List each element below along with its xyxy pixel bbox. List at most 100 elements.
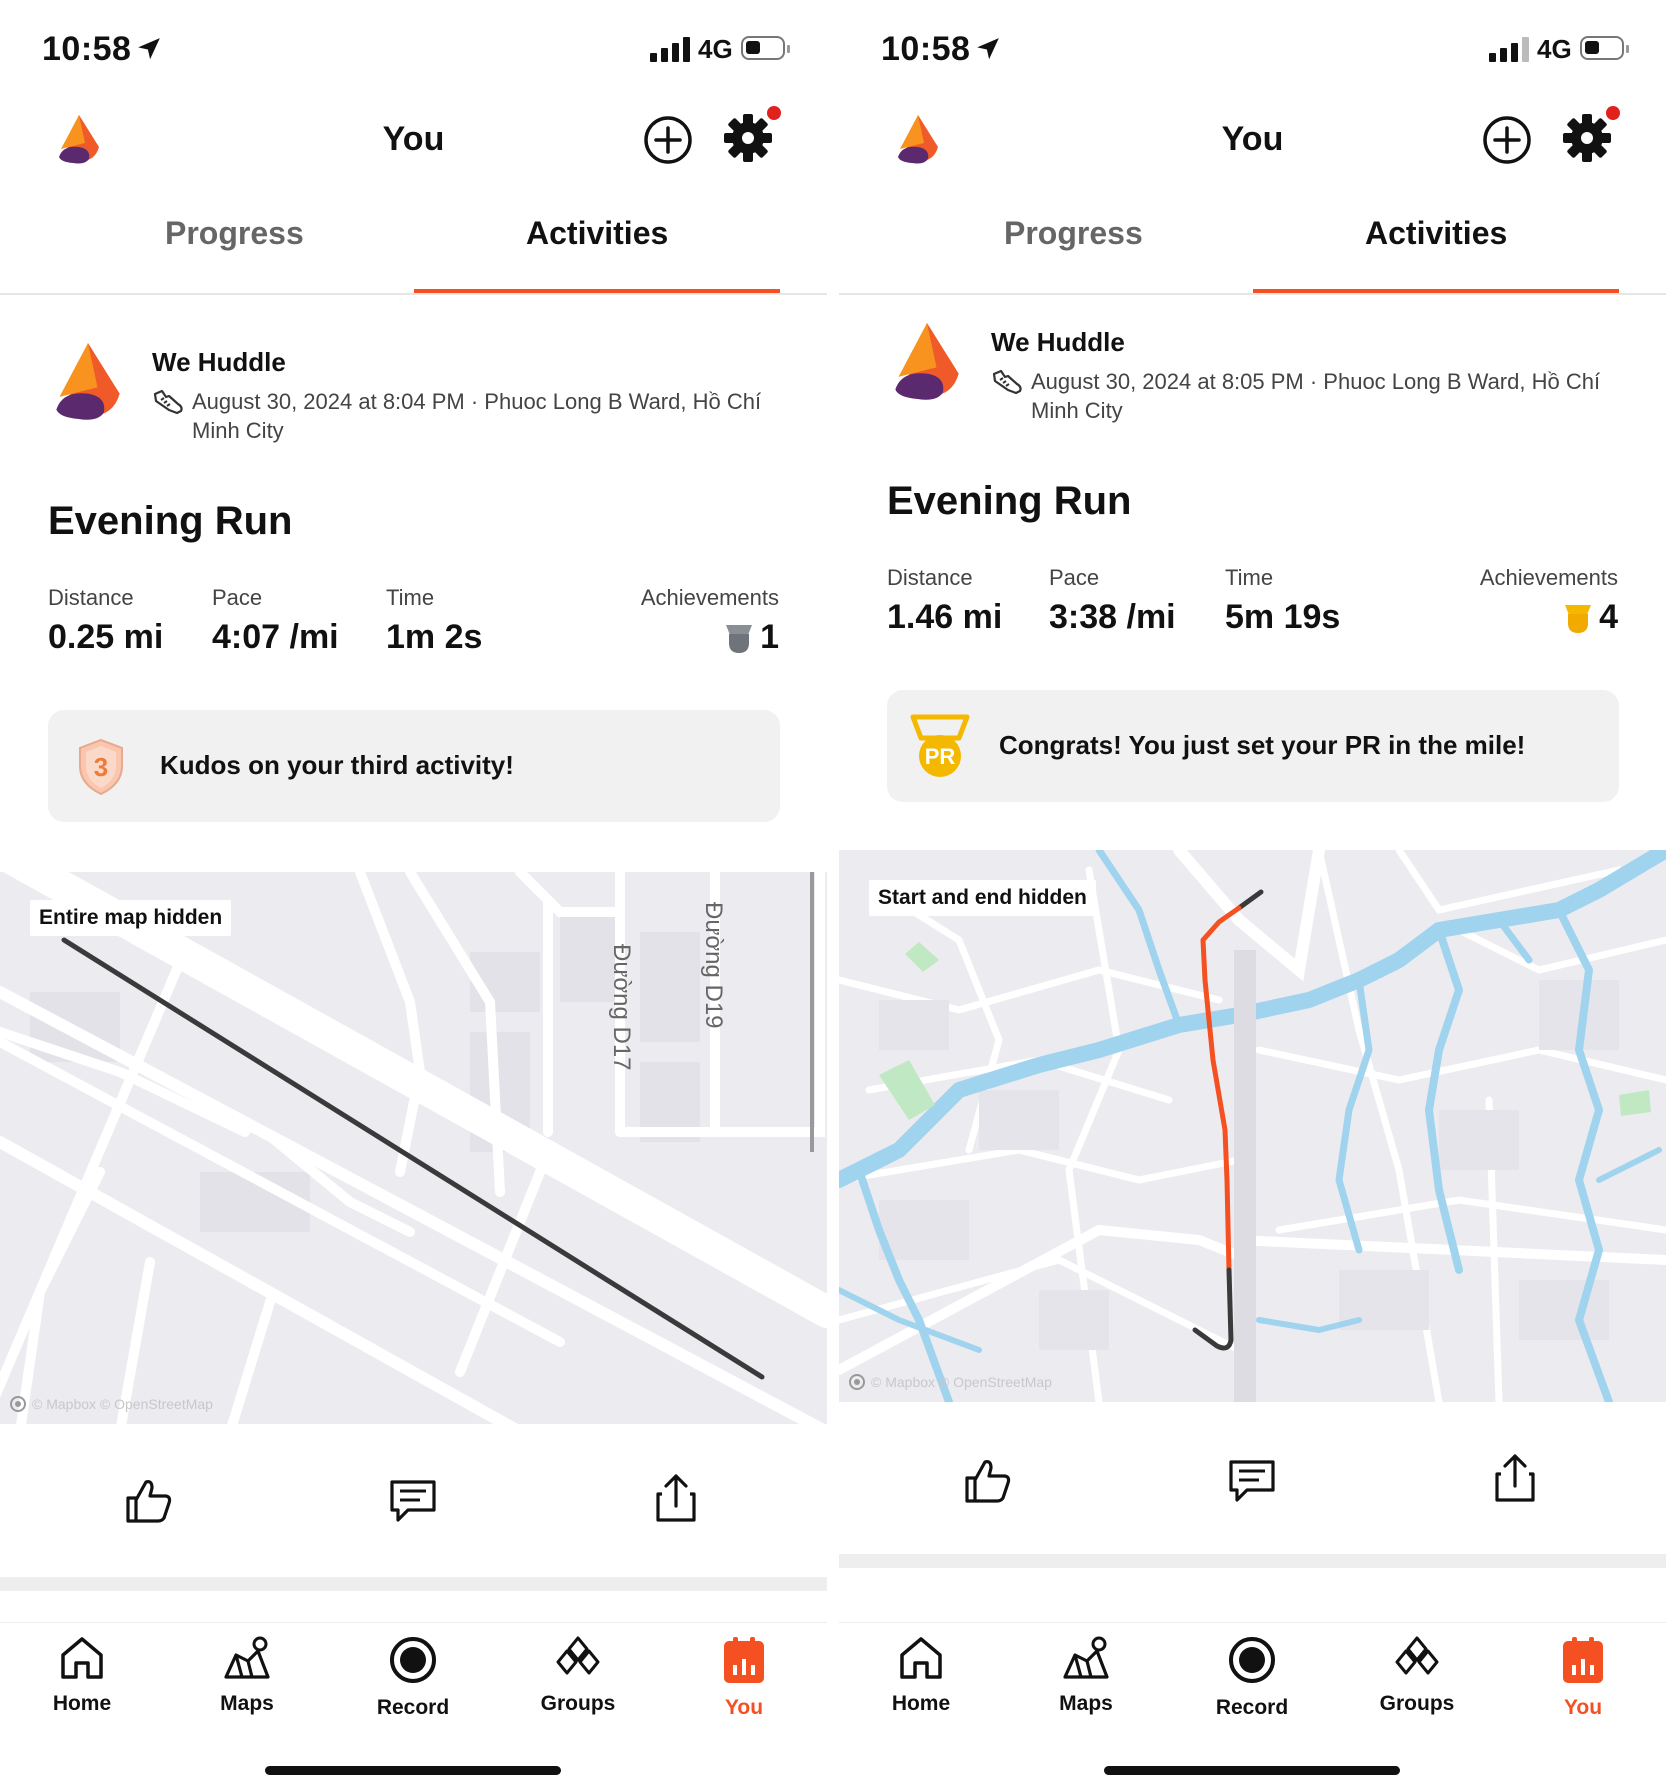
record-icon (1229, 1637, 1275, 1683)
activity-meta: August 30, 2024 at 8:04 PM · Phuoc Long … (192, 389, 762, 443)
distance-value: 0.25 mi (48, 618, 164, 656)
route-map[interactable]: Start and end hidden © Mapbox © OpenStre… (839, 850, 1666, 1402)
time-value: 1m 2s (386, 618, 483, 656)
distance-label: Distance (887, 565, 973, 590)
pr-text: PR (925, 744, 956, 769)
achievements-count: 1 (760, 618, 779, 656)
activity-title[interactable]: Evening Run (887, 479, 1131, 524)
achievements-count: 4 (1599, 598, 1618, 636)
tab-home[interactable]: Home (861, 1635, 981, 1716)
add-circle-icon[interactable] (643, 115, 693, 165)
tab-maps[interactable]: Maps (187, 1635, 307, 1716)
tab-progress[interactable]: Progress (165, 215, 304, 252)
comment-icon[interactable] (388, 1478, 438, 1524)
avatar[interactable] (889, 318, 965, 404)
groups-icon (1395, 1636, 1439, 1675)
battery-icon (741, 36, 790, 60)
pace-value: 3:38 /mi (1049, 598, 1176, 636)
you-icon (724, 1637, 764, 1683)
network-type: 4G (698, 34, 733, 64)
badge-number: 3 (94, 752, 108, 782)
feed-divider (0, 1577, 827, 1591)
achievements-label: Achievements (1479, 565, 1618, 590)
map-canvas: Đường D17 Đường D19 (0, 872, 827, 1424)
activity-title[interactable]: Evening Run (48, 499, 292, 544)
achievement-callout[interactable]: PR Congrats! You just set your PR in the… (887, 690, 1619, 802)
gear-icon[interactable] (723, 113, 773, 163)
map-credit-text: © Mapbox © OpenStreetMap (32, 1396, 213, 1412)
achievements-value[interactable]: 4 (1563, 598, 1618, 637)
time-label: Time (386, 585, 435, 610)
tab-progress[interactable]: Progress (1004, 215, 1143, 252)
pace-label: Pace (1049, 565, 1100, 590)
gear-icon[interactable] (1562, 113, 1612, 163)
kudos-thumb-icon[interactable] (963, 1456, 1013, 1506)
map-privacy-badge: Entire map hidden (30, 900, 232, 936)
pace-label: Pace (212, 585, 263, 610)
achievements-label: Achievements (640, 585, 779, 610)
tab-maps[interactable]: Maps (1026, 1635, 1146, 1716)
pace-value: 4:07 /mi (212, 618, 339, 656)
share-icon[interactable] (1493, 1452, 1537, 1504)
notification-dot (1606, 106, 1620, 120)
feed-divider (839, 1554, 1666, 1568)
tab-you[interactable]: You (684, 1635, 804, 1720)
tab-home-label: Home (891, 1692, 951, 1715)
route-map[interactable]: Đường D17 Đường D19 Entire map hidden © … (0, 872, 827, 1424)
tab-record[interactable]: Record (353, 1635, 473, 1720)
home-indicator (1104, 1766, 1400, 1775)
notification-dot (767, 106, 781, 120)
mapbox-logo-icon (849, 1374, 865, 1390)
tab-home[interactable]: Home (22, 1635, 142, 1716)
street-label-d19: Đường D19 (700, 902, 727, 1029)
maps-icon (224, 1636, 270, 1679)
distance-label: Distance (48, 585, 134, 610)
tab-groups[interactable]: Groups (518, 1635, 638, 1716)
callout-text: Congrats! You just set your PR in the mi… (999, 730, 1526, 760)
tab-home-label: Home (52, 1692, 112, 1715)
groups-icon (556, 1636, 600, 1675)
achievement-trophy-icon (1565, 604, 1592, 633)
map-attribution[interactable]: © Mapbox © OpenStreetMap (10, 1396, 213, 1412)
run-shoe-icon (153, 389, 183, 415)
share-icon[interactable] (654, 1472, 698, 1524)
phone-screen-left: 10:58 4G You Progress Activities We Hudd… (0, 0, 827, 1792)
map-privacy-badge: Start and end hidden (869, 880, 1096, 916)
tab-you[interactable]: You (1523, 1635, 1643, 1720)
pr-medal-icon: PR (910, 714, 970, 777)
tab-record-label: Record (1215, 1696, 1289, 1719)
achievement-trophy-icon (726, 624, 753, 653)
tab-record-label: Record (376, 1696, 450, 1719)
home-icon (61, 1637, 103, 1679)
comment-icon[interactable] (1227, 1458, 1277, 1504)
avatar[interactable] (50, 338, 126, 424)
location-arrow-icon (138, 38, 160, 60)
maps-icon (1063, 1636, 1109, 1679)
achievements-value[interactable]: 1 (724, 618, 779, 657)
tab-you-label: You (1563, 1696, 1603, 1719)
tab-groups-label: Groups (540, 1692, 616, 1715)
run-shoe-icon (992, 369, 1022, 395)
you-icon (1563, 1637, 1603, 1683)
distance-value: 1.46 mi (887, 598, 1003, 636)
tab-record[interactable]: Record (1192, 1635, 1312, 1720)
tab-groups[interactable]: Groups (1357, 1635, 1477, 1716)
status-time: 10:58 (881, 30, 971, 68)
add-circle-icon[interactable] (1482, 115, 1532, 165)
record-icon (390, 1637, 436, 1683)
header-title: You (1221, 120, 1284, 158)
battery-icon (1580, 36, 1629, 60)
map-attribution[interactable]: © Mapbox © OpenStreetMap (849, 1374, 1052, 1390)
tab-activities[interactable]: Activities (526, 215, 668, 252)
mapbox-logo-icon (10, 1396, 26, 1412)
athlete-name[interactable]: We Huddle (991, 327, 1125, 358)
third-activity-badge-icon: 3 (79, 738, 123, 796)
kudos-thumb-icon[interactable] (124, 1476, 174, 1526)
header-title: You (382, 120, 445, 158)
tab-maps-label: Maps (1059, 1692, 1113, 1715)
athlete-name[interactable]: We Huddle (152, 347, 286, 378)
tab-activities[interactable]: Activities (1365, 215, 1507, 252)
achievement-callout[interactable]: 3 Kudos on your third activity! (48, 710, 780, 822)
home-icon (900, 1637, 942, 1679)
street-label-d17: Đường D17 (608, 944, 635, 1071)
